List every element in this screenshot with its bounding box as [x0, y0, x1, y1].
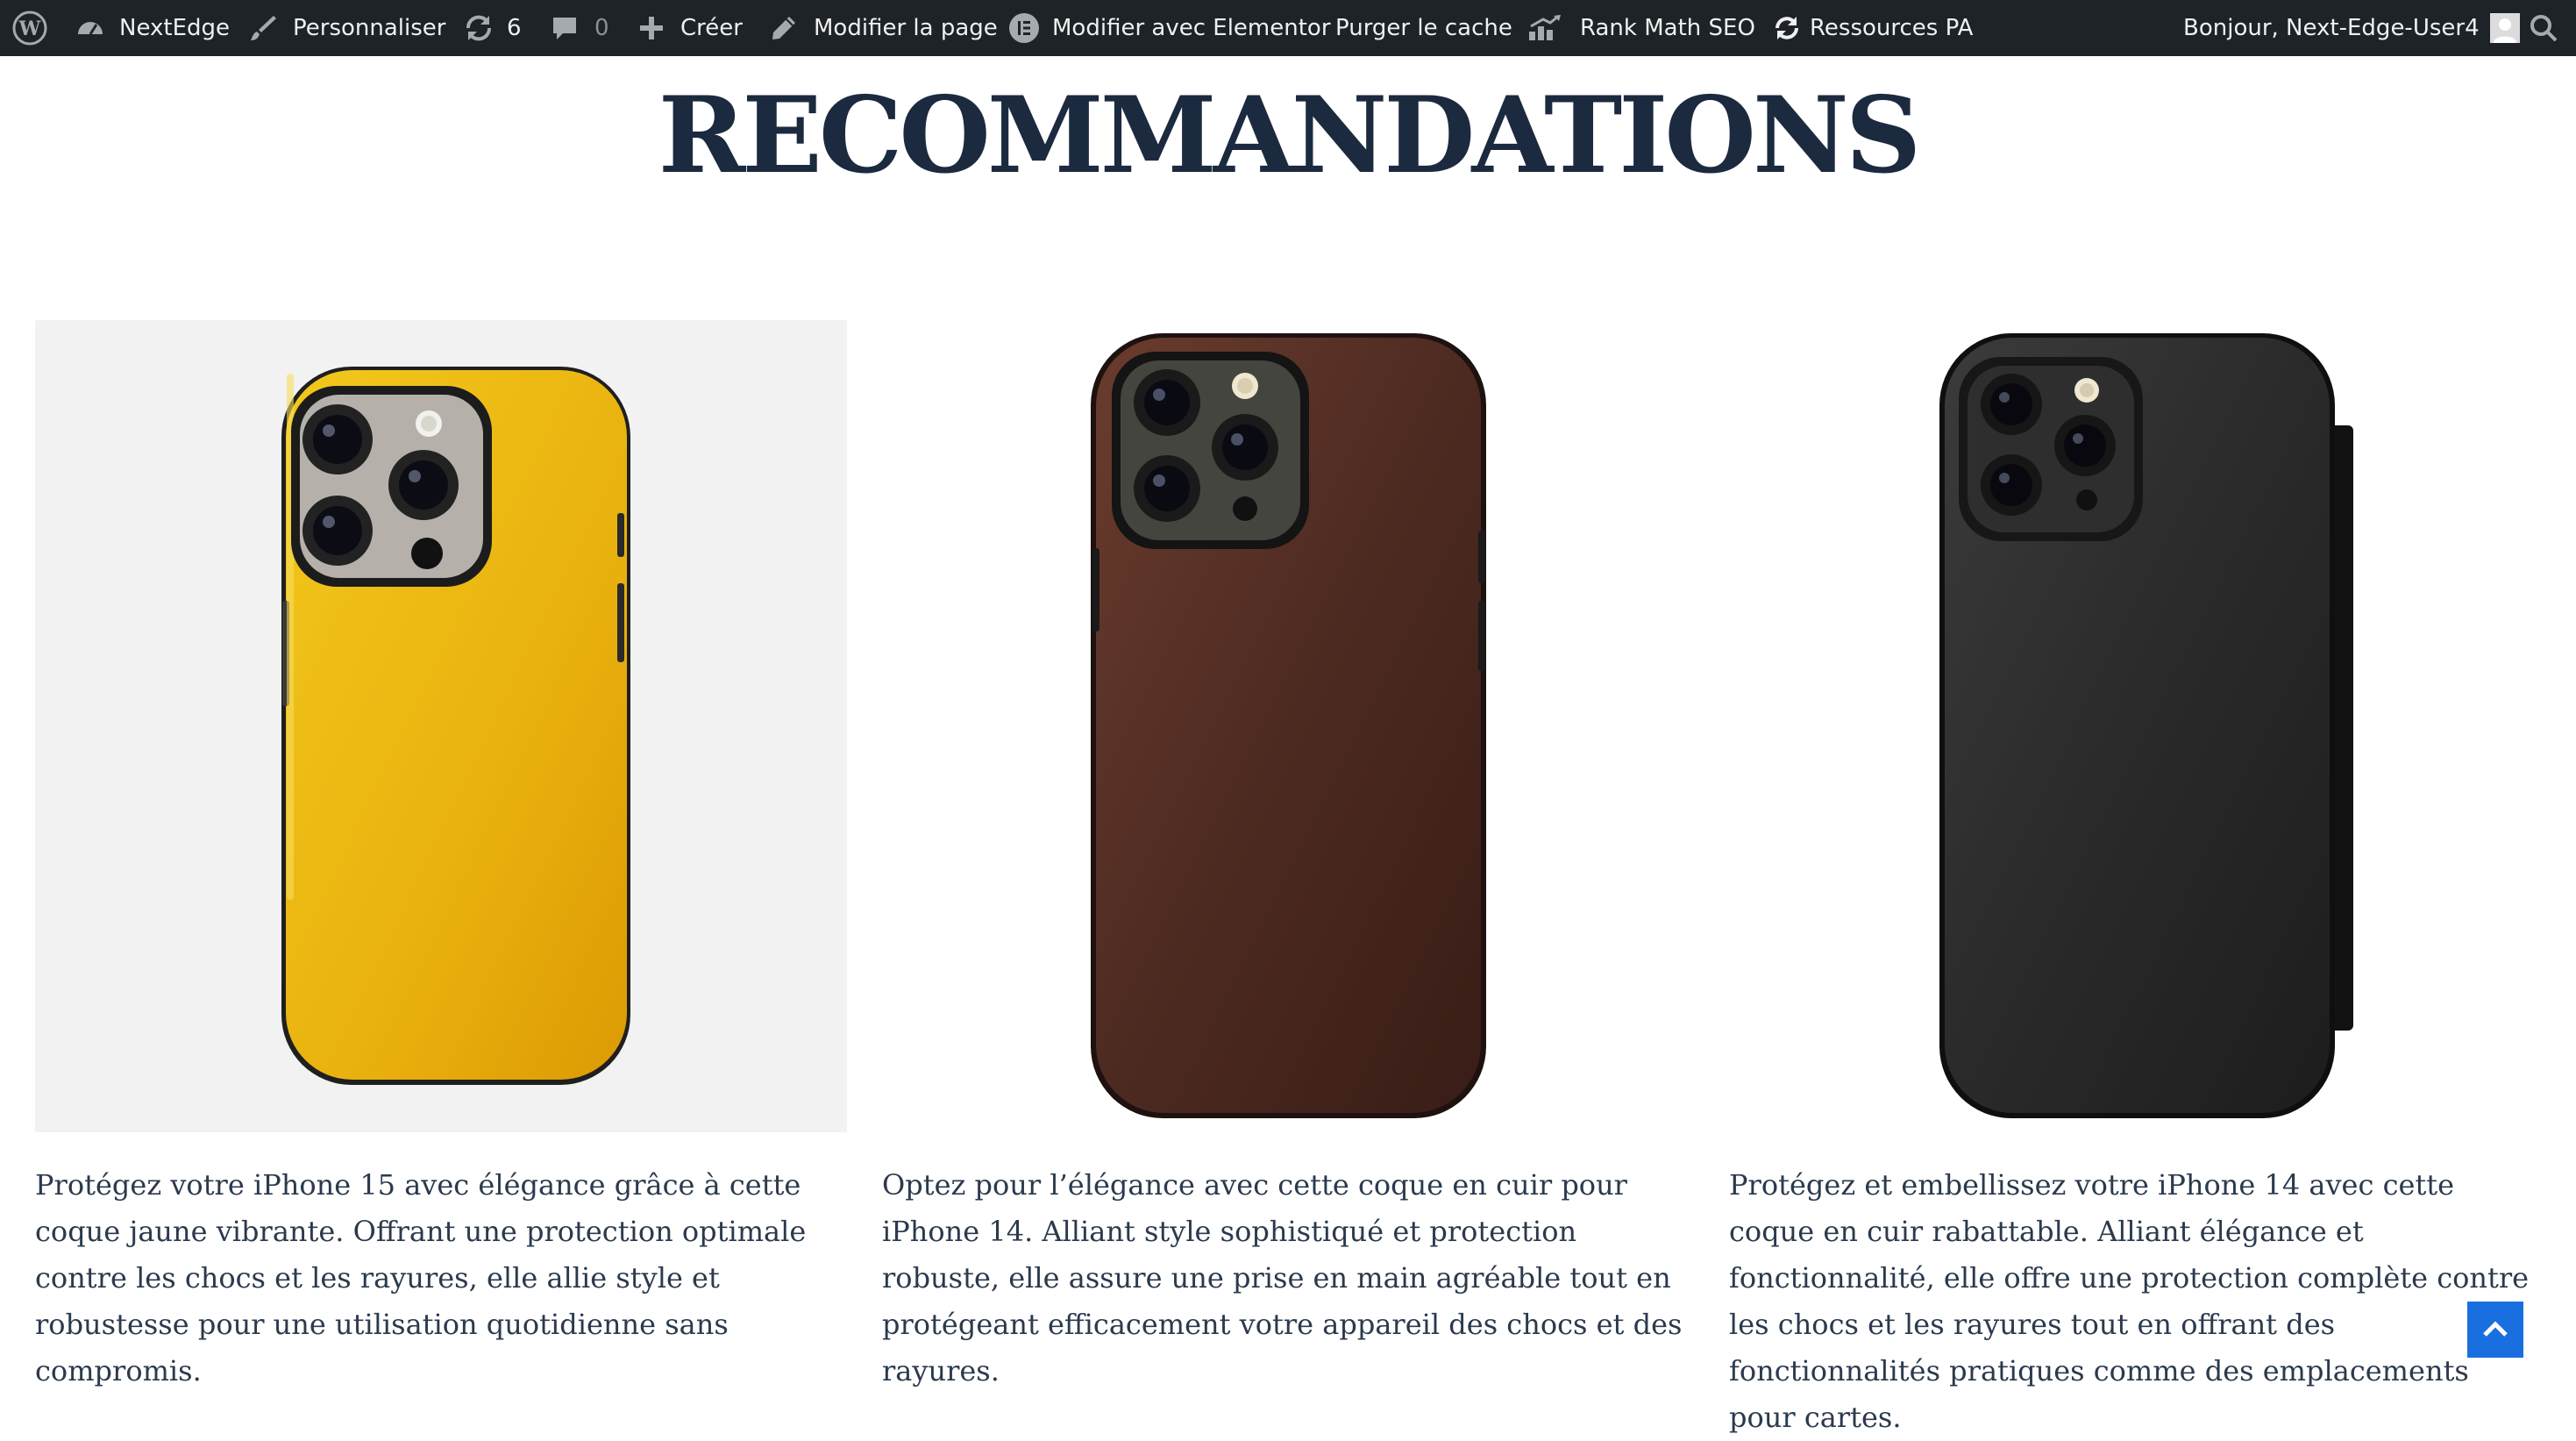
- edit-page-label: Modifier la page: [814, 15, 998, 41]
- chevron-up-icon: [2483, 1321, 2508, 1337]
- product-image-yellow-case[interactable]: [35, 320, 847, 1132]
- new-label: Créer: [680, 15, 743, 41]
- updates-count: 6: [507, 15, 522, 41]
- rank-math-menu[interactable]: Rank Math SEO: [1527, 0, 1755, 56]
- site-name: NextEdge: [119, 15, 231, 41]
- rank-math-label: Rank Math SEO: [1580, 15, 1755, 41]
- edit-with-elementor-menu[interactable]: Modifier avec Elementor: [1008, 0, 1331, 56]
- edit-elementor-label: Modifier avec Elementor: [1052, 15, 1331, 41]
- site-name-menu[interactable]: NextEdge: [75, 0, 230, 56]
- wordpress-menu[interactable]: W: [12, 0, 47, 56]
- search-icon: [2530, 15, 2558, 42]
- wordpress-icon: W: [12, 11, 47, 46]
- dashboard-icon: [78, 22, 103, 35]
- product-description-3: Protégez et embellissez votre iPhone 14 …: [1729, 1168, 2530, 1434]
- new-content-menu[interactable]: Créer: [638, 0, 743, 56]
- product-description-2: Optez pour l’élégance avec cette coque e…: [882, 1168, 1683, 1387]
- product-image-black-folio-case[interactable]: [1729, 320, 2541, 1132]
- comment-icon: [553, 18, 576, 39]
- rank-math-icon: [1529, 14, 1561, 40]
- comments-menu[interactable]: 0: [551, 0, 609, 56]
- purge-cache-menu[interactable]: Purger le cache: [1335, 0, 1512, 56]
- avatar-icon: [2489, 13, 2520, 43]
- product-description-1: Protégez votre iPhone 15 avec élégance g…: [35, 1168, 807, 1387]
- customize-label: Personnaliser: [293, 15, 446, 41]
- svg-text:W: W: [18, 18, 41, 40]
- resources-label: Ressources PA: [1810, 15, 1974, 41]
- refresh-icon: [1775, 17, 1798, 39]
- pencil-icon: [772, 17, 795, 39]
- customize-menu[interactable]: Personnaliser: [249, 0, 445, 56]
- resources-menu[interactable]: Ressources PA: [1773, 0, 1973, 56]
- search-menu[interactable]: [2529, 0, 2558, 56]
- edit-page-menu[interactable]: Modifier la page: [770, 0, 998, 56]
- back-to-top-button[interactable]: [2467, 1302, 2523, 1358]
- admin-bar: W NextEdge Personnaliser 6 0 Créer Modif…: [0, 0, 2576, 56]
- elementor-icon: [1009, 13, 1039, 43]
- product-image-brown-leather-case[interactable]: [882, 320, 1694, 1132]
- updates-icon: [466, 15, 492, 41]
- purge-cache-label: Purger le cache: [1335, 15, 1512, 41]
- brush-icon: [251, 16, 276, 40]
- plus-icon: [640, 17, 663, 39]
- page-title: RECOMMANDATIONS: [658, 74, 1922, 197]
- greeting-text: Bonjour, Next-Edge-User4: [2183, 15, 2480, 41]
- updates-menu[interactable]: 6: [463, 0, 522, 56]
- comments-count: 0: [594, 15, 609, 41]
- my-account-menu[interactable]: Bonjour, Next-Edge-User4: [2183, 0, 2520, 56]
